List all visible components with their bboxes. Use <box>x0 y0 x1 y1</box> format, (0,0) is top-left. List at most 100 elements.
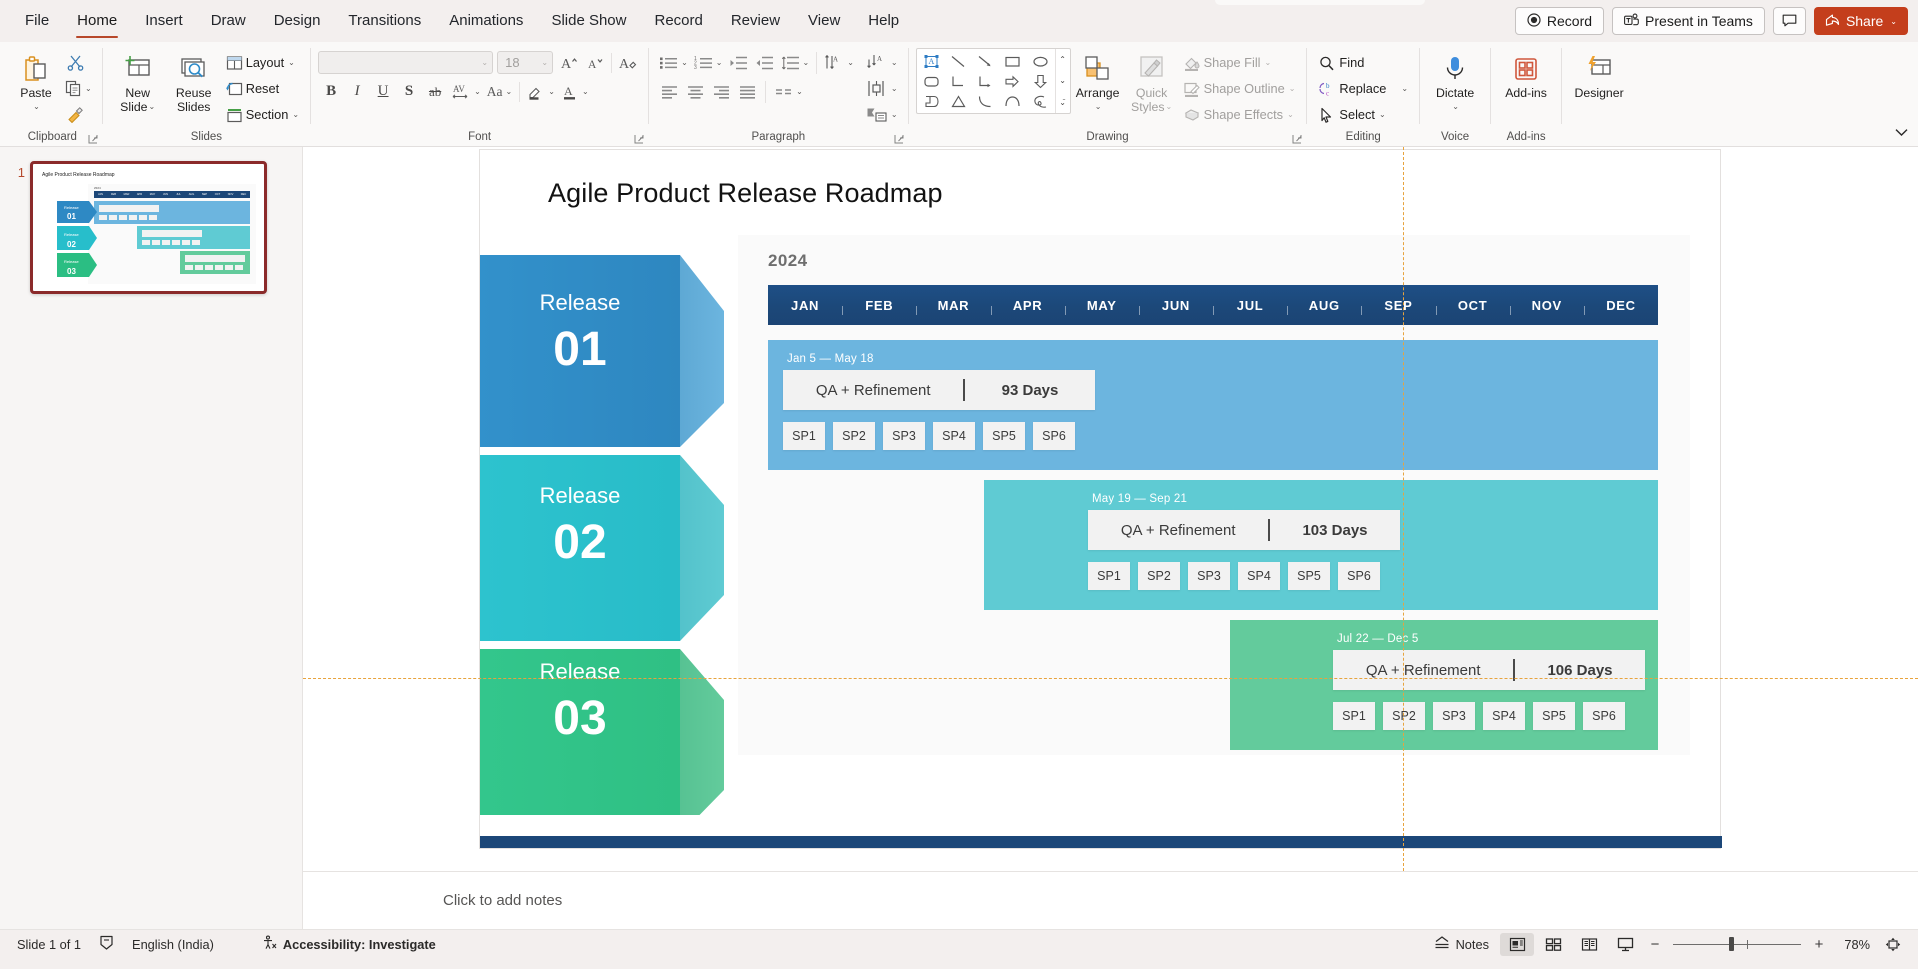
shape-rectangle-icon[interactable] <box>999 51 1026 71</box>
increase-font-size-button[interactable]: A <box>556 50 582 75</box>
notes-toggle-button[interactable]: Notes <box>1425 933 1498 956</box>
zoom-level-label[interactable]: 78% <box>1832 937 1874 952</box>
sprint-chip[interactable]: SP5 <box>983 422 1025 450</box>
select-chevron-down-icon[interactable]: ⌄ <box>1379 110 1386 119</box>
arrange-chevron-down-icon[interactable]: ⌄ <box>1095 100 1102 114</box>
change-case-button[interactable]: Aa ⌄ <box>484 79 515 104</box>
text-direction-chevron-down-icon[interactable]: ⌄ <box>847 58 854 67</box>
sprint-chip[interactable]: SP4 <box>1238 562 1280 590</box>
clear-formatting-button[interactable]: A <box>615 50 641 75</box>
shape-rounded-rect-icon[interactable] <box>918 71 945 91</box>
strikethrough-button[interactable]: ab <box>422 79 448 104</box>
drawing-dialog-launcher[interactable] <box>1291 133 1303 145</box>
comments-button[interactable] <box>1772 7 1806 35</box>
slide-surface[interactable]: Agile Product Release Roadmap 2024 JAN F… <box>479 149 1722 849</box>
zoom-slider-thumb[interactable] <box>1729 937 1734 951</box>
dictate-chevron-down-icon[interactable]: ⌄ <box>1452 100 1459 114</box>
tab-file[interactable]: File <box>12 5 62 37</box>
sprint-chip[interactable]: SP6 <box>1583 702 1625 730</box>
columns-chevron-down-icon[interactable]: ⌄ <box>796 87 803 96</box>
shape-pentagon-arrow-icon[interactable] <box>918 91 945 111</box>
shape-fill-chevron-down-icon[interactable]: ⌄ <box>1265 58 1272 67</box>
line-spacing-button[interactable]: ⌄ <box>778 50 813 75</box>
align-text-vertical-button[interactable]: A ⌄ <box>863 50 901 75</box>
shape-curve-icon[interactable] <box>972 91 999 111</box>
slide-count-indicator[interactable]: Slide 1 of 1 <box>8 934 90 955</box>
numbering-chevron-down-icon[interactable]: ⌄ <box>716 58 723 67</box>
shape-outline-button[interactable]: Shape Outline ⌄ <box>1179 76 1300 101</box>
font-color-button[interactable]: A ⌄ <box>558 79 592 104</box>
language-indicator[interactable]: English (India) <box>123 934 223 955</box>
gallery-scroll-down-icon[interactable]: ⌄ <box>1056 70 1070 91</box>
vertical-align-chevron-down-icon[interactable]: ⌄ <box>891 84 898 93</box>
align-text-chevron-down-icon[interactable]: ⌄ <box>891 58 898 67</box>
sprint-chip[interactable]: SP5 <box>1533 702 1575 730</box>
slide-canvas[interactable]: Agile Product Release Roadmap 2024 JAN F… <box>303 147 1918 871</box>
font-color-chevron-down-icon[interactable]: ⌄ <box>582 87 589 96</box>
sprint-chip[interactable]: SP2 <box>833 422 875 450</box>
underline-button[interactable]: U <box>370 79 396 104</box>
tab-animations[interactable]: Animations <box>436 5 536 37</box>
change-case-chevron-down-icon[interactable]: ⌄ <box>506 87 513 96</box>
tab-draw[interactable]: Draw <box>198 5 259 37</box>
new-slide-chevron-down-icon[interactable]: ⌄ <box>149 100 156 114</box>
find-button[interactable]: Find <box>1314 50 1412 75</box>
tab-design[interactable]: Design <box>261 5 334 37</box>
accessibility-button[interactable]: Accessibility: Investigate <box>253 932 445 956</box>
cut-button[interactable] <box>62 50 88 75</box>
reset-button[interactable]: Reset <box>222 76 303 101</box>
copy-chevron-down-icon[interactable]: ⌄ <box>85 84 92 93</box>
text-shadow-button[interactable]: S <box>396 79 422 104</box>
view-slide-show-button[interactable] <box>1608 933 1642 956</box>
view-reading-button[interactable] <box>1572 933 1606 956</box>
shape-effects-button[interactable]: Shape Effects ⌄ <box>1179 102 1300 127</box>
shape-outline-chevron-down-icon[interactable]: ⌄ <box>1289 84 1296 93</box>
release-chevron-blocks[interactable]: Release 01 Release 02 Release 03 <box>480 235 770 815</box>
bullets-chevron-down-icon[interactable]: ⌄ <box>681 58 688 67</box>
release-1-qa-bar[interactable]: QA + Refinement 93 Days <box>783 370 1095 410</box>
font-name-combobox[interactable]: ⌄ <box>318 51 494 74</box>
sprint-chip[interactable]: SP5 <box>1288 562 1330 590</box>
sprint-chip[interactable]: SP3 <box>1433 702 1475 730</box>
decrease-font-size-button[interactable]: A <box>582 50 608 75</box>
zoom-out-button[interactable]: − <box>1644 933 1666 956</box>
layout-button[interactable]: Layout ⌄ <box>222 50 303 75</box>
shape-fill-button[interactable]: Shape Fill ⌄ <box>1179 50 1300 75</box>
quick-styles-chevron-down-icon[interactable]: ⌄ <box>1166 100 1173 114</box>
tab-record[interactable]: Record <box>641 5 715 37</box>
smartart-chevron-down-icon[interactable]: ⌄ <box>891 110 898 119</box>
view-slide-sorter-button[interactable] <box>1536 933 1570 956</box>
slide-thumbnail-1[interactable]: Agile Product Release Roadmap 2024 JAN F… <box>30 161 267 294</box>
italic-button[interactable]: I <box>344 79 370 104</box>
designer-button[interactable]: Designer <box>1569 48 1629 100</box>
sprint-chip[interactable]: SP1 <box>1088 562 1130 590</box>
present-in-teams-button[interactable]: Present in Teams <box>1612 7 1765 35</box>
align-left-button[interactable] <box>656 79 682 104</box>
shape-right-arrow-icon[interactable] <box>999 71 1026 91</box>
convert-to-smartart-button[interactable]: ⌄ <box>863 102 901 127</box>
columns-button[interactable]: ⌄ <box>771 79 806 104</box>
tab-home[interactable]: Home <box>64 5 130 38</box>
text-direction-button[interactable]: A ⌄ <box>821 50 857 75</box>
tab-transitions[interactable]: Transitions <box>335 5 434 37</box>
sprint-chip[interactable]: SP6 <box>1033 422 1075 450</box>
clipboard-dialog-launcher[interactable] <box>87 133 99 145</box>
shape-arrow-icon[interactable] <box>972 51 999 71</box>
bullets-button[interactable]: ⌄ <box>656 50 691 75</box>
shape-elbow-arrow-icon[interactable] <box>972 71 999 91</box>
sprint-chip[interactable]: SP3 <box>1188 562 1230 590</box>
sprint-chip[interactable]: SP2 <box>1138 562 1180 590</box>
bold-button[interactable]: B <box>318 79 344 104</box>
increase-list-level-button[interactable] <box>752 50 778 75</box>
layout-chevron-down-icon[interactable]: ⌄ <box>288 58 295 67</box>
shape-oval-icon[interactable] <box>1026 51 1053 71</box>
arrange-button[interactable]: Arrange ⌄ <box>1071 48 1125 114</box>
share-chevron-down-icon[interactable]: ⌄ <box>1890 17 1897 26</box>
release-2-qa-bar[interactable]: QA + Refinement 103 Days <box>1088 510 1400 550</box>
tab-slide-show[interactable]: Slide Show <box>538 5 639 37</box>
tab-view[interactable]: View <box>795 5 853 37</box>
view-normal-button[interactable] <box>1500 932 1534 956</box>
zoom-slider[interactable] <box>1673 933 1801 956</box>
paste-chevron-down-icon[interactable]: ⌄ <box>33 100 40 114</box>
tab-help[interactable]: Help <box>855 5 912 37</box>
